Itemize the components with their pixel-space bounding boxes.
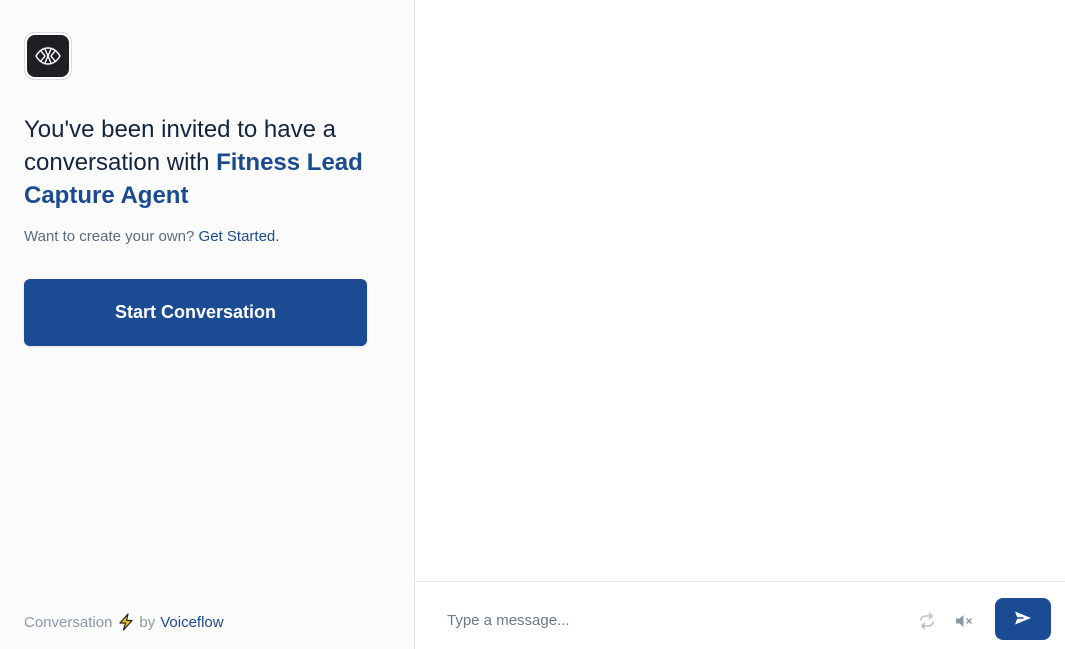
voiceflow-logo-icon (27, 35, 69, 77)
start-conversation-button[interactable]: Start Conversation (24, 279, 367, 346)
footer-conversation-text: Conversation (24, 613, 113, 631)
restart-icon[interactable] (916, 610, 938, 632)
lightning-bolt-icon (118, 613, 134, 631)
footer-by-text: by (139, 613, 156, 631)
get-started-link[interactable]: Get Started. (199, 228, 280, 245)
message-input[interactable] (447, 602, 887, 638)
app-root: You've been invited to have a conversati… (0, 0, 1065, 649)
message-composer (415, 581, 1065, 649)
mute-icon[interactable] (953, 610, 975, 632)
powered-by-footer: Conversation by Voiceflow (24, 613, 224, 631)
create-prompt-text: Want to create your own? (24, 228, 195, 245)
send-icon (1014, 610, 1032, 629)
invitation-headline: You've been invited to have a conversati… (24, 113, 384, 212)
create-own-prompt: Want to create your own? Get Started. (24, 228, 279, 245)
chat-panel (415, 0, 1065, 649)
invitation-panel: You've been invited to have a conversati… (0, 0, 415, 649)
send-button[interactable] (995, 598, 1051, 640)
agent-avatar (24, 32, 72, 80)
voiceflow-link[interactable]: Voiceflow (160, 614, 223, 631)
